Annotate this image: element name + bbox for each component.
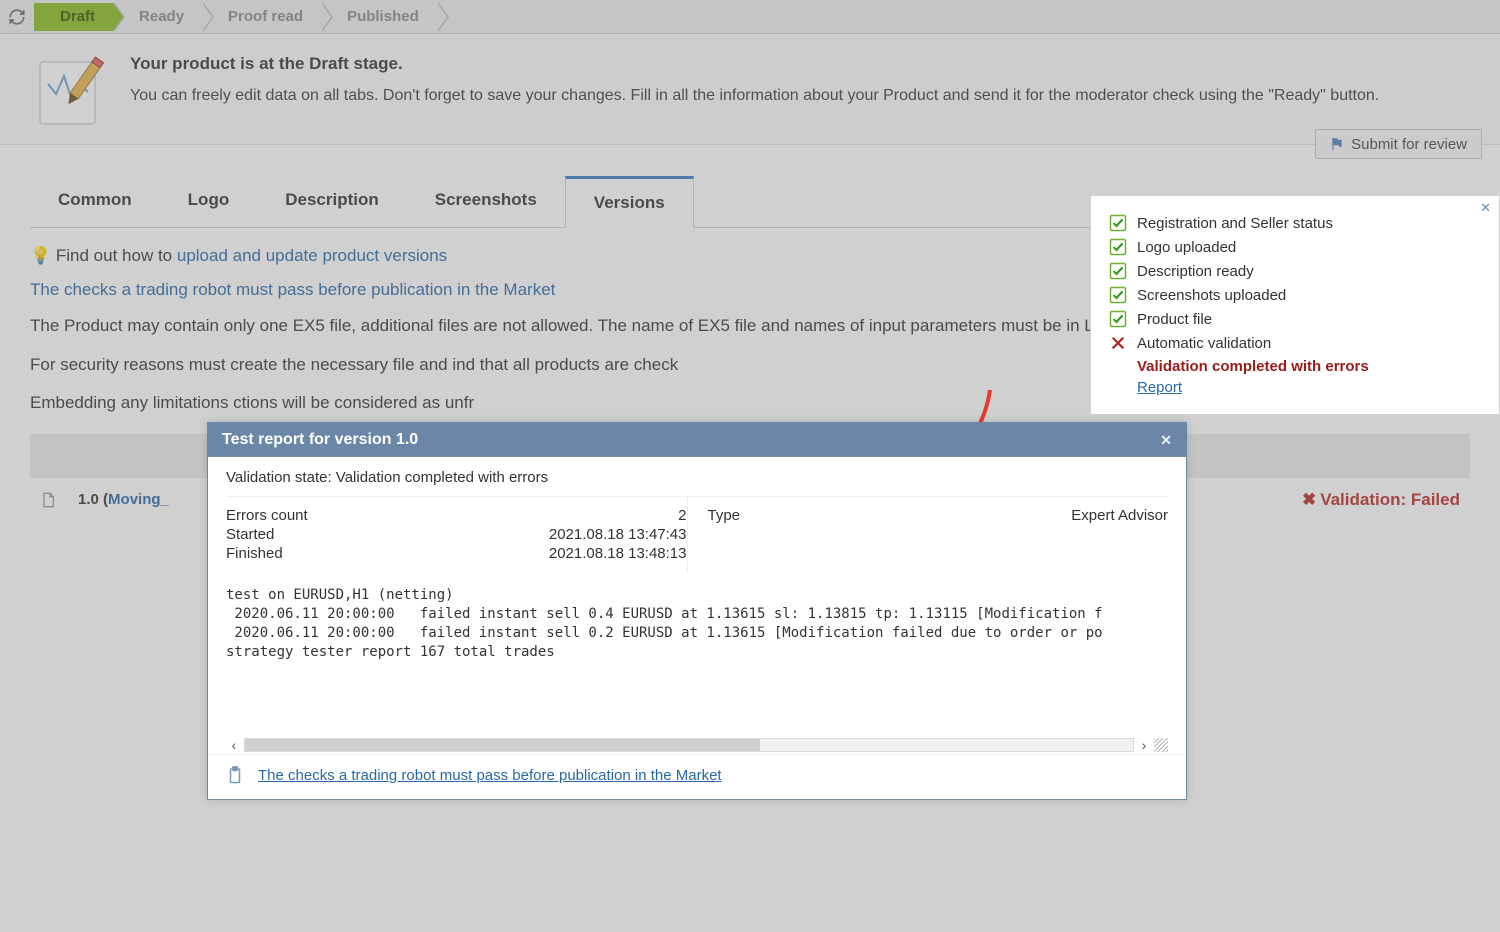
modal-footer: The checks a trading robot must pass bef… <box>208 754 1186 799</box>
validation-failed-badge: ✖ Validation: Failed <box>1302 490 1460 510</box>
stat-row: Finished2021.08.18 13:48:13 <box>226 545 687 562</box>
checklist-item: Screenshots uploaded <box>1109 286 1481 304</box>
checklist-item: Product file <box>1109 310 1481 328</box>
document-edit-icon <box>30 54 115 134</box>
stat-row: Errors count2 <box>226 507 687 524</box>
checklist-item: Automatic validation <box>1109 334 1481 352</box>
check-icon <box>1109 214 1129 232</box>
stage-draft[interactable]: Draft <box>34 3 113 31</box>
log-output: test on EURUSD,H1 (netting) 2020.06.11 2… <box>226 586 1168 736</box>
checklist-item-label: Description ready <box>1137 263 1254 280</box>
close-icon[interactable]: ✕ <box>1160 432 1172 449</box>
checklist-item: Description ready <box>1109 262 1481 280</box>
scroll-right-icon: › <box>1136 737 1152 753</box>
stats-table: Errors count2 Started2021.08.18 13:47:43 F… <box>226 496 1168 572</box>
stage-proofread[interactable]: Proof read <box>202 3 321 31</box>
info-title: Your product is at the Draft stage. <box>130 54 1379 74</box>
footer-checks-link[interactable]: The checks a trading robot must pass bef… <box>258 767 722 784</box>
horizontal-scrollbar[interactable]: ‹ › <box>226 736 1168 754</box>
bulb-icon: 💡 <box>30 246 56 265</box>
info-block: Your product is at the Draft stage. You … <box>0 34 1500 145</box>
submit-for-review-button[interactable]: Submit for review <box>1315 129 1482 159</box>
check-icon <box>1109 286 1129 304</box>
tab-logo[interactable]: Logo <box>160 176 258 228</box>
cross-icon: ✖ <box>1302 490 1316 510</box>
close-icon[interactable]: ✕ <box>1480 200 1491 216</box>
validation-error-title: Validation completed with errors <box>1137 358 1481 375</box>
tab-versions[interactable]: Versions <box>565 176 694 228</box>
checklist-item-label: Logo uploaded <box>1137 239 1236 256</box>
refresh-icon[interactable] <box>0 0 34 34</box>
stage-ready[interactable]: Ready <box>113 3 202 31</box>
tab-description[interactable]: Description <box>257 176 407 228</box>
checklist-item-label: Product file <box>1137 311 1212 328</box>
check-icon <box>1109 238 1129 256</box>
check-icon <box>1109 262 1129 280</box>
cross-icon <box>1109 334 1129 352</box>
modal-title-bar: Test report for version 1.0 ✕ <box>208 423 1186 457</box>
tab-screenshots[interactable]: Screenshots <box>407 176 565 228</box>
scroll-left-icon: ‹ <box>226 737 242 753</box>
stat-row: TypeExpert Advisor <box>708 507 1169 524</box>
resize-grip-icon[interactable] <box>1154 738 1168 752</box>
validation-state: Validation state: Validation completed w… <box>226 469 1168 486</box>
checklist-item-label: Screenshots uploaded <box>1137 287 1286 304</box>
tab-common[interactable]: Common <box>30 176 160 228</box>
stage-bar: Draft Ready Proof read Published <box>0 0 1500 34</box>
test-report-modal: Test report for version 1.0 ✕ Validation… <box>207 422 1187 800</box>
review-checklist-panel: ✕ Registration and Seller status Logo upl… <box>1090 195 1500 415</box>
page-icon <box>40 491 60 509</box>
checklist-item-label: Automatic validation <box>1137 335 1271 352</box>
report-link[interactable]: Report <box>1137 379 1182 396</box>
checklist-item: Logo uploaded <box>1109 238 1481 256</box>
checklist-item: Registration and Seller status <box>1109 214 1481 232</box>
clipboard-icon <box>226 765 248 785</box>
stage-published[interactable]: Published <box>321 3 437 31</box>
check-icon <box>1109 310 1129 328</box>
stat-row: Started2021.08.18 13:47:43 <box>226 526 687 543</box>
checklist-item-label: Registration and Seller status <box>1137 215 1333 232</box>
flag-icon <box>1330 137 1344 151</box>
info-body: You can freely edit data on all tabs. Do… <box>130 84 1379 107</box>
upload-versions-link[interactable]: upload and update product versions <box>177 246 447 265</box>
